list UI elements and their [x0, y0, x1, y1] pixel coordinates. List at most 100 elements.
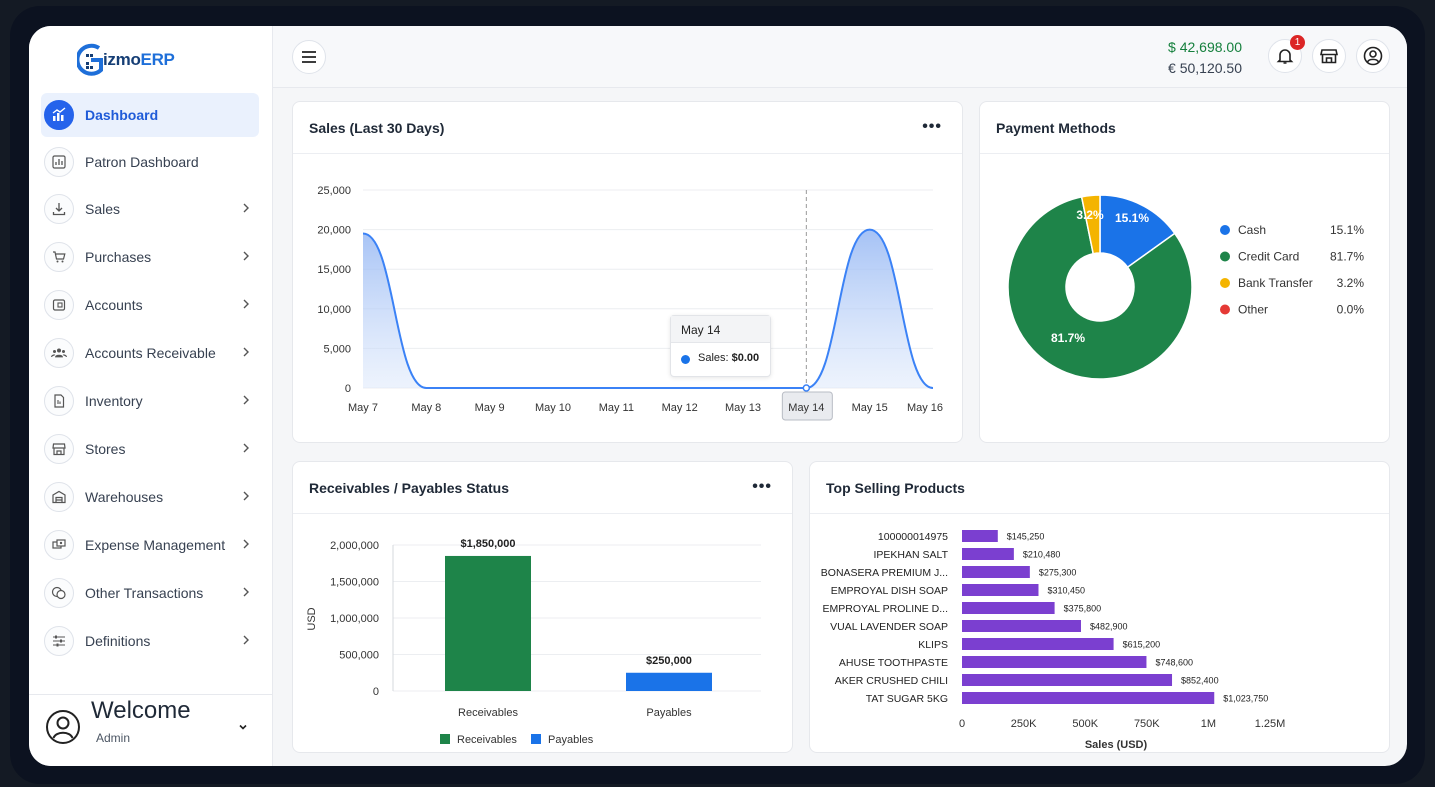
sidebar-item-definitions[interactable]: Definitions: [41, 619, 259, 663]
tooltip-value: $0.00: [731, 352, 760, 364]
bar-value-label: $1,850,000: [460, 538, 515, 550]
sidebar-item-accounts-receivable[interactable]: Accounts Receivable: [41, 331, 259, 375]
tooltip-marker: [681, 355, 690, 364]
sliders-icon: [44, 626, 74, 656]
slice-label: 3.2%: [1076, 208, 1104, 222]
y-tick-label: 500,000: [339, 650, 379, 662]
sidebar-item-inventory[interactable]: Inventory: [41, 379, 259, 423]
sidebar-item-label: Expense Management: [85, 537, 226, 553]
hover-point: [802, 384, 811, 392]
tooltip-date: May 14: [671, 316, 770, 343]
people-icon: [44, 338, 74, 368]
bar: [962, 674, 1173, 686]
sidebar-item-label: Inventory: [85, 393, 143, 409]
chevron-down-icon[interactable]: [237, 721, 249, 733]
coins-icon: [44, 578, 74, 608]
x-tick-label: May 13: [725, 402, 761, 414]
receivables-card: Receivables / Payables Status ••• 2,000,…: [292, 461, 793, 753]
legend-value: 15.1%: [1330, 223, 1364, 237]
chevron-right-icon: [243, 251, 249, 261]
dashboard-icon: [44, 100, 74, 130]
bar-value-label: $852,400: [1181, 676, 1219, 686]
y-tick-label: 0: [373, 686, 379, 698]
store-button[interactable]: [1312, 39, 1346, 73]
y-tick-label: 1,500,000: [330, 577, 379, 589]
logo-icon: [75, 40, 107, 80]
legend-label: Bank Transfer: [1238, 276, 1313, 290]
money-icon: [44, 530, 74, 560]
sidebar-item-label: Dashboard: [85, 107, 159, 123]
y-tick-label: KLIPS: [918, 639, 948, 651]
topbar: $ 42,698.00 € 50,120.50 1: [273, 26, 1407, 88]
menu-button[interactable]: [292, 40, 326, 74]
sidebar-item-warehouses[interactable]: Warehouses: [41, 475, 259, 519]
bar-value-label: $250,000: [646, 655, 692, 667]
more-options-icon[interactable]: •••: [752, 478, 772, 496]
x-tick-label: May 14: [788, 402, 824, 414]
bar: [962, 584, 1039, 596]
sidebar-item-patron-dashboard[interactable]: Patron Dashboard: [41, 140, 259, 184]
bar: [962, 548, 1014, 560]
sidebar-item-expense-management[interactable]: Expense Management: [41, 523, 259, 567]
user-panel[interactable]: Welcome Admin: [29, 694, 273, 766]
x-tick-label: 750K: [1134, 718, 1160, 730]
bar: [962, 620, 1081, 632]
y-tick-label: 20,000: [317, 225, 351, 237]
sidebar-item-accounts[interactable]: Accounts: [41, 283, 259, 327]
profile-button[interactable]: [1356, 39, 1390, 73]
more-options-icon[interactable]: •••: [922, 118, 942, 136]
y-tick-label: 1,000,000: [330, 613, 379, 625]
sales-chart: 25,000 20,000 15,000 10,000 5,000 0 May 7 May 8…: [317, 185, 943, 421]
sidebar-item-purchases[interactable]: Purchases: [41, 235, 259, 279]
legend-value: 81.7%: [1330, 250, 1364, 264]
x-tick-label: 250K: [1011, 718, 1037, 730]
sidebar-item-sales[interactable]: Sales: [41, 187, 259, 231]
logo[interactable]: izmoERP: [75, 38, 175, 82]
y-tick-label: 15,000: [317, 264, 351, 276]
sidebar-item-other-transactions[interactable]: Other Transactions: [41, 571, 259, 615]
bar-value-label: $1,023,750: [1223, 694, 1268, 704]
app-window: izmoERP Dashboard Patron Dashboard Sales…: [29, 26, 1407, 766]
y-tick-label: 10,000: [317, 304, 351, 316]
brand-accent: ERP: [140, 50, 175, 69]
x-tick-label: May 12: [662, 402, 698, 414]
y-axis-label: USD: [306, 607, 318, 630]
payment-card-title: Payment Methods: [980, 102, 1389, 154]
x-tick-label: Payables: [646, 707, 692, 719]
y-tick-label: 5,000: [323, 343, 351, 355]
bar-value-label: $210,480: [1023, 550, 1061, 560]
user-avatar-icon: [46, 710, 80, 744]
warehouse-icon: [44, 482, 74, 512]
download-icon: [44, 194, 74, 224]
welcome-text: Welcome: [91, 697, 191, 724]
legend-value: 0.0%: [1337, 303, 1365, 317]
store-icon: [44, 434, 74, 464]
bar-value-label: $375,800: [1064, 604, 1102, 614]
brand-name: izmo: [103, 50, 141, 69]
x-tick-label: May 9: [475, 402, 505, 414]
slice-label: 81.7%: [1051, 331, 1085, 345]
balance-usd: $ 42,698.00: [1168, 39, 1242, 55]
chevron-right-icon: [243, 395, 249, 405]
legend-value: 3.2%: [1337, 276, 1365, 290]
bar: [445, 555, 531, 691]
legend-label: Other: [1238, 303, 1268, 317]
sidebar-item-stores[interactable]: Stores: [41, 427, 259, 471]
x-tick-label: May 8: [411, 402, 441, 414]
y-tick-label: BONASERA PREMIUM J...: [821, 567, 948, 579]
y-tick-label: AHUSE TOOTHPASTE: [839, 657, 948, 669]
bell-icon: [1276, 49, 1294, 64]
bar: [962, 530, 998, 542]
bar-value-label: $275,300: [1039, 568, 1077, 578]
top-products-chart: 100000014975 $145,250 IPEKHAN SALT $210,480…: [821, 530, 1285, 751]
x-tick-label: May 11: [599, 402, 634, 414]
sidebar-item-dashboard[interactable]: Dashboard: [41, 93, 259, 137]
y-tick-label: 100000014975: [878, 531, 948, 543]
hamburger-icon: [302, 51, 316, 63]
y-tick-label: VUAL LAVENDER SOAP: [830, 621, 948, 633]
y-tick-label: EMPROYAL PROLINE D...: [823, 603, 948, 615]
y-tick-label: IPEKHAN SALT: [874, 549, 949, 561]
sidebar-item-label: Stores: [85, 441, 126, 457]
tooltip-label: Sales:: [698, 352, 729, 364]
user-role: Admin: [96, 731, 131, 745]
